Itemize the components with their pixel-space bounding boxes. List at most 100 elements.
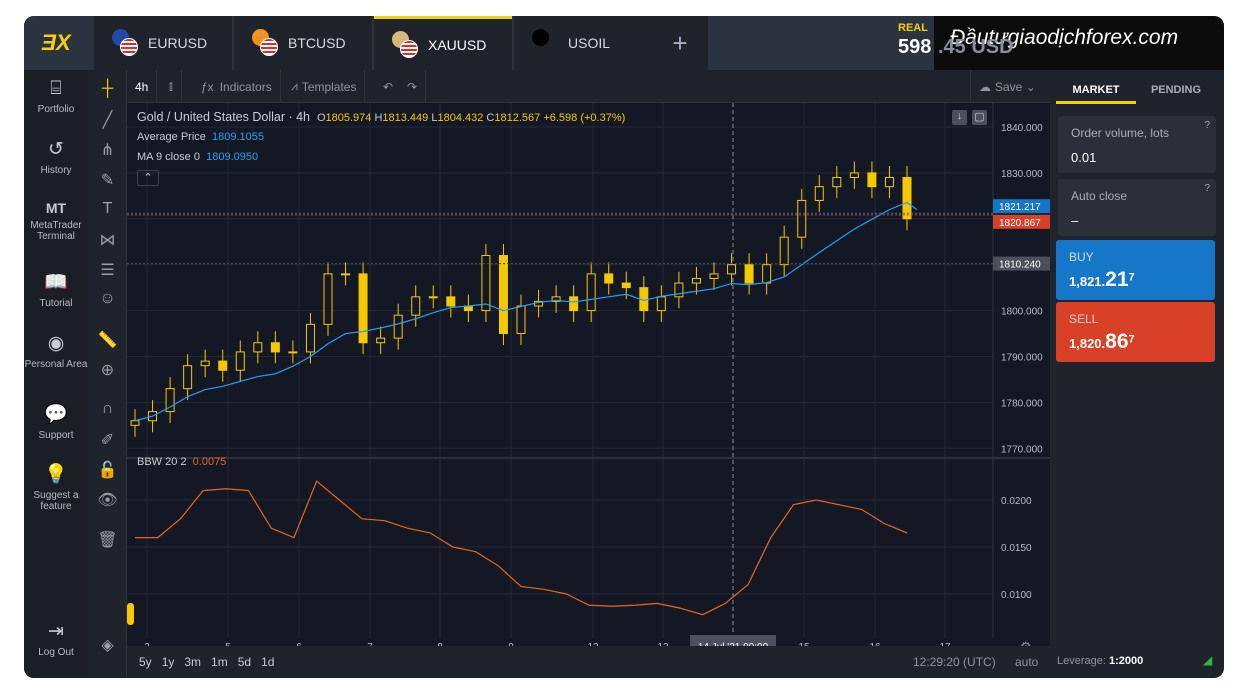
fib-icon[interactable]: ☰	[88, 260, 127, 280]
sidebar-item-tutorial[interactable]: 📖 Tutorial	[24, 270, 88, 309]
currency-flag-icon	[252, 29, 280, 57]
text-icon[interactable]: T	[88, 200, 127, 218]
tab-pending[interactable]: PENDING	[1136, 78, 1216, 104]
bbw-tick: 0.0200	[1001, 496, 1032, 507]
candle-body	[200, 360, 210, 367]
lock-drawing-icon[interactable]: ✐	[88, 430, 127, 450]
cloud-icon: ☁	[979, 79, 991, 94]
emoji-icon[interactable]: ☺	[88, 290, 127, 308]
candle-body	[621, 282, 631, 289]
candle-body	[376, 337, 386, 344]
sell-button[interactable]: SELL 1,820.867	[1056, 302, 1215, 362]
scroll-left-handle[interactable]	[127, 603, 134, 625]
unlock-icon[interactable]: 🔓	[88, 460, 127, 480]
leverage-label: Leverage:	[1057, 655, 1106, 667]
range-1y[interactable]: 1y	[162, 655, 175, 669]
chat-icon: 💬	[44, 404, 68, 425]
chart-canvas[interactable]: 1840.0001830.0001820.0001810.0001800.000…	[127, 103, 1050, 654]
candle-body	[253, 342, 263, 353]
fork-icon[interactable]: ⋔	[88, 140, 127, 160]
order-volume-field[interactable]: Order volume, lots 0.01 ?	[1058, 116, 1216, 173]
candle-body	[218, 360, 228, 371]
candle-type-button[interactable]: ⫾	[161, 70, 182, 103]
tab-xauusd[interactable]: XAUUSD	[374, 16, 512, 70]
range-1d[interactable]: 1d	[261, 655, 274, 669]
range-3m[interactable]: 3m	[184, 655, 201, 669]
sidebar-item-metatrader-terminal[interactable]: MT MetaTrader Terminal	[24, 200, 88, 242]
candle-body	[341, 273, 351, 276]
ruler-icon[interactable]: 📏	[88, 330, 127, 350]
scale-auto[interactable]: auto	[1015, 655, 1038, 669]
currency-flag-icon	[392, 30, 420, 59]
chart-area[interactable]: 1840.0001830.0001820.0001810.0001800.000…	[127, 103, 1050, 654]
add-tab-button[interactable]: +	[652, 16, 708, 70]
logout-icon: ⇥	[48, 621, 64, 642]
help-icon[interactable]: ?	[1204, 120, 1210, 131]
crosshair-icon[interactable]: ┼	[88, 80, 127, 98]
bbw-line	[135, 480, 908, 616]
candle-body	[270, 342, 280, 353]
trend-line-icon[interactable]: ╱	[88, 110, 127, 130]
tab-btcusd[interactable]: BTCUSD	[234, 16, 372, 70]
templates-button[interactable]: ⩘ Templates	[283, 70, 366, 103]
undo-button[interactable]: ↶	[375, 70, 401, 103]
interval-button[interactable]: 4h	[127, 70, 158, 103]
sidebar-item-personal-area[interactable]: ◉ Personal Area	[24, 332, 88, 370]
candle-body	[762, 264, 772, 284]
candle-body	[498, 255, 508, 335]
candles-icon: ⫾	[169, 79, 173, 93]
auto-close-field[interactable]: Auto close – ?	[1058, 179, 1216, 236]
top-bar: ƎX EURUSD BTCUSD XAUUSD USOIL + REAL 598 Đầ…	[24, 16, 1224, 70]
price-label: 1821.217	[999, 202, 1041, 213]
drawing-tools: ┼ ╱ ⋔ ✎ T ⋈ ☰ ☺ 📏 ⊕ ∩ ✐ 🔓 👁 🗑 ◈	[88, 70, 127, 678]
candle-body	[288, 351, 298, 354]
range-5d[interactable]: 5d	[238, 655, 251, 669]
currency-flag-icon	[112, 29, 140, 57]
sidebar-item-log-out[interactable]: ⇥ Log Out	[24, 620, 88, 658]
tab-market[interactable]: MARKET	[1056, 78, 1136, 104]
save-button[interactable]: ☁ Save ⌄	[970, 70, 1044, 103]
buy-button[interactable]: BUY 1,821.217	[1056, 240, 1215, 300]
settings-icon[interactable]: ⚙	[1020, 639, 1032, 654]
candle-body	[727, 264, 737, 275]
redo-button[interactable]: ↷	[399, 70, 427, 103]
fullscreen-icon[interactable]: ▢	[972, 110, 987, 125]
price-tick: 1770.000	[1001, 444, 1043, 455]
sidebar-item-history[interactable]: ↺ History	[24, 138, 88, 176]
range-1m[interactable]: 1m	[211, 655, 228, 669]
zoom-in-icon[interactable]: ⊕	[88, 360, 127, 380]
price-tick: 1840.000	[1001, 123, 1043, 134]
currency-flag-icon	[532, 29, 560, 57]
download-icon[interactable]: ↓	[952, 110, 967, 125]
candle-body	[130, 420, 140, 426]
candle-body	[797, 199, 807, 238]
account-balance[interactable]: 598	[898, 36, 931, 59]
trash-icon[interactable]: 🗑	[88, 530, 127, 550]
collapse-legend-button[interactable]: ⌃	[137, 170, 159, 186]
help-icon[interactable]: ?	[1204, 183, 1210, 194]
app-window: ƎX EURUSD BTCUSD XAUUSD USOIL + REAL 598 Đầ…	[24, 16, 1224, 678]
templates-icon: ⩘	[291, 79, 298, 93]
sidebar-item-portfolio[interactable]: ⌸ Portfolio	[24, 78, 88, 115]
order-panel: MARKET PENDING Order volume, lots 0.01 ?…	[1050, 70, 1224, 646]
candle-body	[393, 314, 403, 339]
layers-icon[interactable]: ◈	[88, 635, 127, 655]
eye-icon[interactable]: 👁	[88, 490, 127, 510]
range-5y[interactable]: 5y	[139, 655, 152, 669]
candle-body	[744, 264, 754, 284]
candle-body	[779, 236, 789, 266]
sidebar-item-support[interactable]: 💬 Support	[24, 402, 88, 441]
candle-body	[569, 296, 579, 312]
bulb-icon: 💡	[44, 464, 68, 485]
tab-eurusd[interactable]: EURUSD	[94, 16, 232, 70]
candle-body	[183, 365, 193, 390]
candle-body	[604, 273, 614, 284]
bottom-bar: 5y 1y 3m 1m 5d 1d 12:29:20 (UTC) auto Leverag…	[127, 646, 1224, 678]
tab-usoil[interactable]: USOIL	[514, 16, 652, 70]
brush-icon[interactable]: ✎	[88, 170, 127, 190]
pattern-icon[interactable]: ⋈	[88, 230, 127, 250]
sidebar-item-suggest-a-feature[interactable]: 💡 Suggest a feature	[24, 462, 88, 512]
magnet-icon[interactable]: ∩	[88, 400, 127, 418]
indicators-button[interactable]: ƒx Indicators	[193, 70, 281, 103]
exness-logo[interactable]: ƎX	[24, 16, 88, 70]
